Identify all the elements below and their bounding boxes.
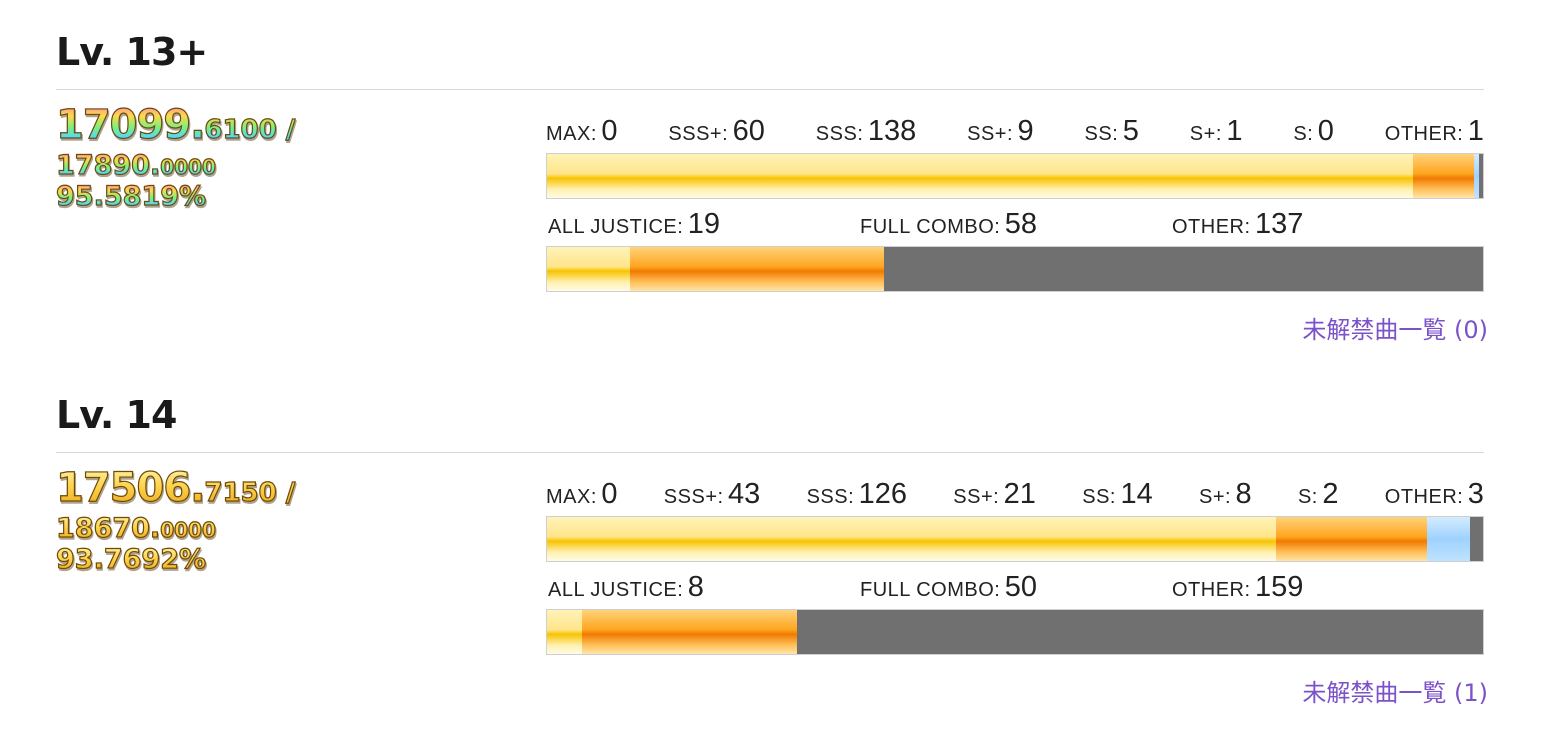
- rating-block: 17099.6100 / 17890.0000 95.5819%: [55, 101, 296, 212]
- rating-percent: 95.5819%: [55, 180, 295, 212]
- count-combo-other: OTHER: 137: [1172, 208, 1304, 240]
- bar-segment-orange: [1275, 517, 1427, 561]
- bar-segment-orange: [630, 247, 884, 291]
- count-s: S: 0: [1293, 115, 1334, 147]
- level-title: Lv. 14: [56, 393, 177, 437]
- combo-counts: ALL JUSTICE: 8 FULL COMBO: 50 OTHER: 159: [546, 570, 1484, 604]
- combo-bar: [546, 609, 1484, 655]
- stats-panel: MAX: 0 SSS+: 43 SSS: 126 SS+: 21 SS: 14 …: [546, 477, 1484, 655]
- count-other: OTHER: 1: [1384, 115, 1484, 147]
- bar-segment-orange: [581, 610, 798, 654]
- level-section-13plus: Lv. 13+ 17099.6100 / 17890.0000 95.5819%…: [55, 26, 1488, 356]
- count-full-combo: FULL COMBO: 50: [860, 571, 1038, 603]
- score-rank-counts: MAX: 0 SSS+: 60 SSS: 138 SS+: 9 SS: 5 S+…: [546, 114, 1484, 148]
- divider: [56, 89, 1484, 90]
- count-sss: SSS: 126: [806, 478, 907, 510]
- locked-songs-link[interactable]: 未解禁曲一覧 (0): [1302, 310, 1488, 345]
- count-ss: SS: 14: [1082, 478, 1153, 510]
- bar-segment-gray: [1478, 154, 1483, 198]
- bar-segment-yellow: [547, 247, 631, 291]
- bar-segment-yellow: [547, 517, 1276, 561]
- bar-segment-orange: [1413, 154, 1475, 198]
- count-ss-plus: SS+: 9: [967, 115, 1034, 147]
- score-rank-bar: [546, 516, 1484, 562]
- bar-segment-blue: [1426, 517, 1471, 561]
- stats-panel: MAX: 0 SSS+: 60 SSS: 138 SS+: 9 SS: 5 S+…: [546, 114, 1484, 292]
- bar-segment-yellow: [547, 610, 582, 654]
- combo-bar: [546, 246, 1484, 292]
- bar-segment-gray: [883, 247, 1483, 291]
- bar-segment-gray: [797, 610, 1483, 654]
- count-other: OTHER: 3: [1384, 478, 1484, 510]
- max-rating: 17890.0000: [55, 149, 295, 181]
- count-sss-plus: SSS+: 60: [668, 115, 765, 147]
- count-sss-plus: SSS+: 43: [663, 478, 761, 510]
- count-s: S: 2: [1297, 478, 1339, 510]
- count-max: MAX: 0: [546, 115, 618, 147]
- max-rating: 18670.0000: [55, 512, 295, 544]
- divider: [56, 452, 1484, 453]
- count-s-plus: S+: 1: [1189, 115, 1243, 147]
- score-rank-bar: [546, 153, 1484, 199]
- current-rating: 17099.6100 /: [55, 101, 296, 148]
- rating-block: 17506.7150 / 18670.0000 93.7692%: [55, 464, 296, 575]
- rating-percent: 93.7692%: [55, 543, 295, 575]
- count-full-combo: FULL COMBO: 58: [860, 208, 1038, 240]
- level-section-14: Lv. 14 17506.7150 / 18670.0000 93.7692% …: [55, 389, 1488, 719]
- count-combo-other: OTHER: 159: [1172, 571, 1304, 603]
- locked-songs-link[interactable]: 未解禁曲一覧 (1): [1302, 673, 1488, 708]
- combo-counts: ALL JUSTICE: 19 FULL COMBO: 58 OTHER: 13…: [546, 207, 1484, 241]
- count-max: MAX: 0: [546, 478, 618, 510]
- score-rank-counts: MAX: 0 SSS+: 43 SSS: 126 SS+: 21 SS: 14 …: [546, 477, 1484, 511]
- bar-segment-gray: [1470, 517, 1483, 561]
- current-rating: 17506.7150 /: [55, 464, 296, 511]
- count-all-justice: ALL JUSTICE: 19: [548, 208, 721, 240]
- count-all-justice: ALL JUSTICE: 8: [548, 571, 704, 603]
- level-title: Lv. 13+: [56, 30, 208, 74]
- bar-segment-yellow: [547, 154, 1414, 198]
- count-sss: SSS: 138: [815, 115, 917, 147]
- count-ss: SS: 5: [1084, 115, 1139, 147]
- count-ss-plus: SS+: 21: [953, 478, 1036, 510]
- count-s-plus: S+: 8: [1199, 478, 1252, 510]
